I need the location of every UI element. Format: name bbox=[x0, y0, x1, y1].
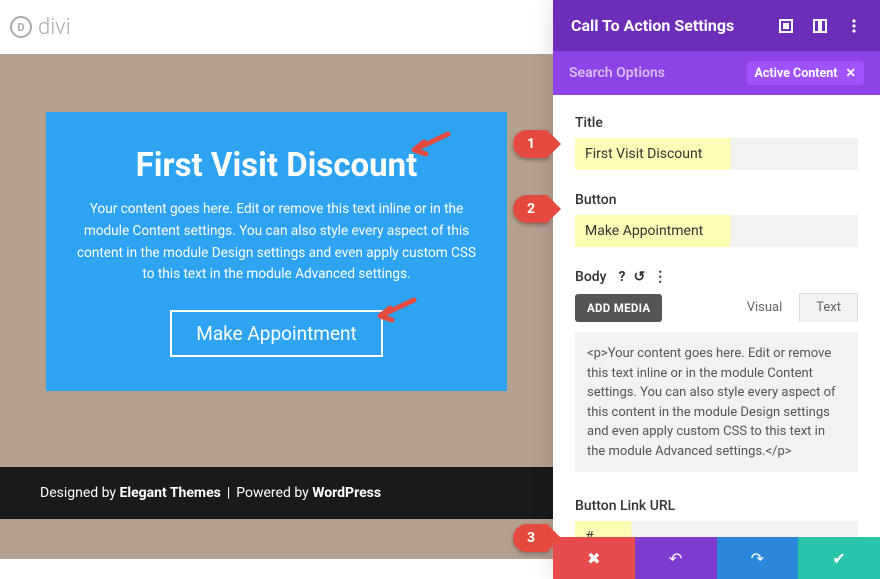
active-content-tag[interactable]: Active Content ✕ bbox=[747, 61, 865, 85]
search-options[interactable]: Search Options bbox=[569, 65, 665, 81]
drag-icon[interactable] bbox=[812, 18, 828, 34]
check-icon: ✔ bbox=[832, 549, 845, 568]
title-label: Title bbox=[575, 115, 858, 131]
close-tag-icon[interactable]: ✕ bbox=[846, 65, 856, 81]
redo-button[interactable]: ↷ bbox=[717, 537, 799, 579]
panel-header: Call To Action Settings bbox=[553, 0, 880, 51]
button-label: Button bbox=[575, 192, 858, 208]
panel-subheader: Search Options Active Content ✕ bbox=[553, 51, 880, 95]
help-icon[interactable]: ? bbox=[619, 269, 626, 285]
active-content-label: Active Content bbox=[755, 66, 838, 81]
redo-icon: ↷ bbox=[751, 549, 764, 568]
tab-visual[interactable]: Visual bbox=[730, 293, 800, 322]
more-options-icon[interactable]: ⋮ bbox=[653, 269, 667, 285]
url-field-group: Button Link URL bbox=[575, 498, 858, 537]
undo-button[interactable]: ↶ bbox=[635, 537, 717, 579]
cta-button[interactable]: Make Appointment bbox=[170, 310, 383, 357]
body-field-group: Body ? ↺ ⋮ ADD MEDIA Visual Text <p>Your… bbox=[575, 269, 858, 476]
body-textarea[interactable]: <p>Your content goes here. Edit or remov… bbox=[575, 332, 858, 472]
confirm-button[interactable]: ✔ bbox=[798, 537, 880, 579]
more-icon[interactable] bbox=[846, 18, 862, 34]
logo-mark-icon: D bbox=[10, 16, 32, 38]
editor-tabs: Visual Text bbox=[730, 293, 858, 322]
cta-body-text[interactable]: Your content goes here. Edit or remove t… bbox=[72, 199, 481, 286]
cta-module[interactable]: First Visit Discount Your content goes h… bbox=[46, 112, 507, 391]
reset-icon[interactable]: ↺ bbox=[634, 269, 646, 285]
footer-platform[interactable]: WordPress bbox=[312, 485, 381, 501]
footer-separator: | bbox=[227, 485, 230, 501]
url-input[interactable] bbox=[575, 521, 858, 537]
logo-text: divi bbox=[38, 15, 71, 40]
undo-icon: ↶ bbox=[669, 549, 682, 568]
panel-footer: ✖ ↶ ↷ ✔ bbox=[553, 537, 880, 579]
footer-designed-by-label: Designed by bbox=[40, 485, 116, 501]
annotation-badge-2: 2 bbox=[513, 195, 549, 223]
footer-designer[interactable]: Elegant Themes bbox=[120, 485, 221, 501]
site-footer: Designed by Elegant Themes | Powered by … bbox=[0, 467, 553, 519]
button-field-group: Button bbox=[575, 192, 858, 247]
annotation-badge-3: 3 bbox=[513, 524, 549, 552]
settings-panel: Call To Action Settings Search Options A… bbox=[553, 0, 880, 579]
panel-body: Title Button Body ? ↺ ⋮ ADD MEDIA Visual… bbox=[553, 95, 880, 537]
panel-title: Call To Action Settings bbox=[571, 16, 734, 35]
tab-text[interactable]: Text bbox=[799, 293, 858, 322]
title-input[interactable] bbox=[575, 138, 858, 170]
close-icon: ✖ bbox=[587, 549, 600, 568]
title-field-group: Title bbox=[575, 115, 858, 170]
annotation-badge-1: 1 bbox=[513, 130, 549, 158]
cancel-button[interactable]: ✖ bbox=[553, 537, 635, 579]
add-media-button[interactable]: ADD MEDIA bbox=[575, 294, 662, 322]
brand-logo: D divi bbox=[0, 0, 553, 54]
arrow-annotation-icon bbox=[372, 294, 418, 324]
decorative-strip bbox=[0, 519, 553, 559]
body-label: Body bbox=[575, 269, 607, 285]
button-input[interactable] bbox=[575, 215, 858, 247]
hero-preview: First Visit Discount Your content goes h… bbox=[0, 54, 553, 467]
url-label: Button Link URL bbox=[575, 498, 858, 514]
arrow-annotation-icon bbox=[406, 128, 452, 158]
footer-powered-by-label: Powered by bbox=[236, 485, 309, 501]
expand-icon[interactable] bbox=[778, 18, 794, 34]
